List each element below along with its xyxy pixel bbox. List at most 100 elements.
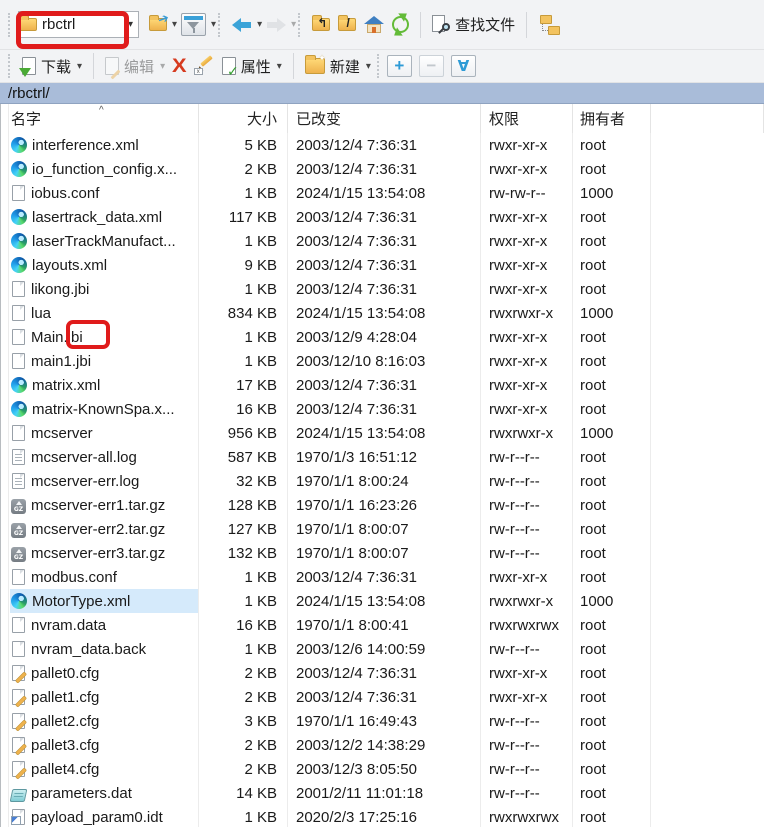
new-button[interactable]: 新建 ▾: [301, 54, 375, 79]
home-directory-button[interactable]: [360, 14, 388, 35]
edit-dropdown[interactable]: ▾: [160, 61, 165, 72]
delete-button[interactable]: X: [169, 55, 190, 78]
selection-filter-button[interactable]: ∀: [451, 55, 476, 77]
file-row[interactable]: mcserver-err.log32 KB1970/1/1 8:00:24rw-…: [1, 469, 764, 493]
file-name-cell[interactable]: Main.jbi: [1, 325, 199, 349]
forward-dropdown[interactable]: ▾: [291, 19, 296, 30]
remove-bookmark-button[interactable]: −: [419, 55, 444, 77]
file-row[interactable]: modbus.conf1 KB2003/12/4 7:36:31rwxr-xr-…: [1, 565, 764, 589]
file-row[interactable]: layouts.xml9 KB2003/12/4 7:36:31rwxr-xr-…: [1, 253, 764, 277]
file-name-cell[interactable]: MotorType.xml: [1, 589, 199, 613]
file-row[interactable]: io_function_config.x...2 KB2003/12/4 7:3…: [1, 157, 764, 181]
file-row[interactable]: pallet1.cfg2 KB2003/12/4 7:36:31rwxr-xr-…: [1, 685, 764, 709]
toolbar-separator: [293, 53, 294, 79]
file-name-cell[interactable]: lasertrack_data.xml: [1, 205, 199, 229]
file-row[interactable]: likong.jbi1 KB2003/12/4 7:36:31rwxr-xr-x…: [1, 277, 764, 301]
file-row[interactable]: pallet0.cfg2 KB2003/12/4 7:36:31rwxr-xr-…: [1, 661, 764, 685]
file-name-cell[interactable]: mcserver-err1.tar.gz: [1, 493, 199, 517]
file-name-cell[interactable]: mcserver-err.log: [1, 469, 199, 493]
file-row[interactable]: lua834 KB2024/1/15 13:54:08rwxrwxr-x1000: [1, 301, 764, 325]
file-name-cell[interactable]: pallet0.cfg: [1, 661, 199, 685]
file-row[interactable]: matrix.xml17 KB2003/12/4 7:36:31rwxr-xr-…: [1, 373, 764, 397]
file-name-cell[interactable]: mcserver-all.log: [1, 445, 199, 469]
file-name-cell[interactable]: pallet3.cfg: [1, 733, 199, 757]
file-name-cell[interactable]: nvram.data: [1, 613, 199, 637]
file-name-cell[interactable]: pallet2.cfg: [1, 709, 199, 733]
file-name-cell[interactable]: nvram_data.back: [1, 637, 199, 661]
file-name-cell[interactable]: modbus.conf: [1, 565, 199, 589]
edit-button[interactable]: 编辑 ▾: [101, 54, 169, 79]
file-row[interactable]: nvram.data16 KB1970/1/1 8:00:41rwxrwxrwx…: [1, 613, 764, 637]
file-row[interactable]: interference.xml5 KB2003/12/4 7:36:31rwx…: [1, 133, 764, 157]
properties-dropdown[interactable]: ▾: [277, 61, 282, 72]
file-name-cell[interactable]: likong.jbi: [1, 277, 199, 301]
file-name-cell[interactable]: mcserver-err3.tar.gz: [1, 541, 199, 565]
refresh-button[interactable]: [388, 14, 413, 35]
file-row[interactable]: pallet4.cfg2 KB2003/12/3 8:05:50rw-r--r-…: [1, 757, 764, 781]
file-name-cell[interactable]: iobus.conf: [1, 181, 199, 205]
file-name-cell[interactable]: matrix-KnownSpa.x...: [1, 397, 199, 421]
chevron-down-icon[interactable]: ▾: [123, 19, 138, 30]
file-row[interactable]: iobus.conf1 KB2024/1/15 13:54:08rw-rw-r-…: [1, 181, 764, 205]
download-dropdown[interactable]: ▾: [77, 61, 82, 72]
add-bookmark-button[interactable]: +: [387, 55, 412, 77]
file-row[interactable]: mcserver956 KB2024/1/15 13:54:08rwxrwxr-…: [1, 421, 764, 445]
toolbar-grip[interactable]: [377, 54, 381, 78]
properties-button[interactable]: ✓ 属性 ▾: [218, 54, 286, 79]
file-name-cell[interactable]: laserTrackManufact...: [1, 229, 199, 253]
file-row[interactable]: matrix-KnownSpa.x...16 KB2003/12/4 7:36:…: [1, 397, 764, 421]
toolbar-grip[interactable]: [8, 13, 12, 37]
file-row[interactable]: mcserver-all.log587 KB1970/1/3 16:51:12r…: [1, 445, 764, 469]
file-name-cell[interactable]: interference.xml: [1, 133, 199, 157]
file-name-cell[interactable]: io_function_config.x...: [1, 157, 199, 181]
column-header-filler: [651, 104, 764, 133]
file-row[interactable]: MotorType.xml1 KB2024/1/15 13:54:08rwxrw…: [1, 589, 764, 613]
address-combo[interactable]: rbctrl ▾: [18, 11, 139, 38]
file-row[interactable]: nvram_data.back1 KB2003/12/6 14:00:59rw-…: [1, 637, 764, 661]
back-button[interactable]: [228, 16, 256, 34]
open-directory-button[interactable]: ➔: [145, 16, 171, 33]
file-name-cell[interactable]: parameters.dat: [1, 781, 199, 805]
file-name-cell[interactable]: matrix.xml: [1, 373, 199, 397]
column-header-rights[interactable]: 权限: [481, 104, 573, 133]
parent-directory-button[interactable]: ↰: [308, 16, 334, 33]
file-row[interactable]: lasertrack_data.xml117 KB2003/12/4 7:36:…: [1, 205, 764, 229]
column-header-owner[interactable]: 拥有者: [573, 104, 651, 133]
file-name-cell[interactable]: pallet1.cfg: [1, 685, 199, 709]
file-name-cell[interactable]: layouts.xml: [1, 253, 199, 277]
toolbar-grip[interactable]: [218, 13, 222, 37]
file-row[interactable]: pallet3.cfg2 KB2003/12/2 14:38:29rw-r--r…: [1, 733, 764, 757]
find-files-button[interactable]: 查找文件: [428, 12, 519, 37]
file-owner: root: [573, 541, 651, 565]
column-header-size[interactable]: 大小: [199, 104, 288, 133]
toolbar-grip[interactable]: [298, 13, 302, 37]
file-name-cell[interactable]: pallet4.cfg: [1, 757, 199, 781]
synchronize-browsing-button[interactable]: [534, 13, 564, 37]
file-name-cell[interactable]: payload_param0.idt: [1, 805, 199, 827]
file-name-cell[interactable]: main1.jbi: [1, 349, 199, 373]
new-dropdown[interactable]: ▾: [366, 61, 371, 72]
file-row[interactable]: parameters.dat14 KB2001/2/11 11:01:18rw-…: [1, 781, 764, 805]
rename-button[interactable]: x: [190, 55, 218, 77]
current-path-bar[interactable]: /rbctrl/: [0, 83, 764, 104]
file-row[interactable]: pallet2.cfg3 KB1970/1/1 16:49:43rw-r--r-…: [1, 709, 764, 733]
file-row[interactable]: payload_param0.idt1 KB2020/2/3 17:25:16r…: [1, 805, 764, 827]
toolbar-grip[interactable]: [8, 54, 12, 78]
download-button[interactable]: 下载 ▾: [18, 54, 86, 79]
file-name: lua: [31, 305, 51, 322]
root-directory-button[interactable]: /: [334, 16, 360, 33]
forward-button[interactable]: [262, 16, 290, 34]
filter-dropdown[interactable]: ▾: [211, 19, 216, 30]
file-row[interactable]: Main.jbi1 KB2003/12/9 4:28:04rwxr-xr-xro…: [1, 325, 764, 349]
file-row[interactable]: mcserver-err2.tar.gz127 KB1970/1/1 8:00:…: [1, 517, 764, 541]
file-name-cell[interactable]: lua: [1, 301, 199, 325]
file-name-cell[interactable]: mcserver-err2.tar.gz: [1, 517, 199, 541]
file-row[interactable]: laserTrackManufact...1 KB2003/12/4 7:36:…: [1, 229, 764, 253]
filter-button[interactable]: [177, 11, 210, 38]
file-row[interactable]: mcserver-err1.tar.gz128 KB1970/1/1 16:23…: [1, 493, 764, 517]
file-name: pallet3.cfg: [31, 737, 99, 754]
file-row[interactable]: mcserver-err3.tar.gz132 KB1970/1/1 8:00:…: [1, 541, 764, 565]
file-row[interactable]: main1.jbi1 KB2003/12/10 8:16:03rwxr-xr-x…: [1, 349, 764, 373]
column-header-changed[interactable]: 已改变: [288, 104, 481, 133]
file-name-cell[interactable]: mcserver: [1, 421, 199, 445]
